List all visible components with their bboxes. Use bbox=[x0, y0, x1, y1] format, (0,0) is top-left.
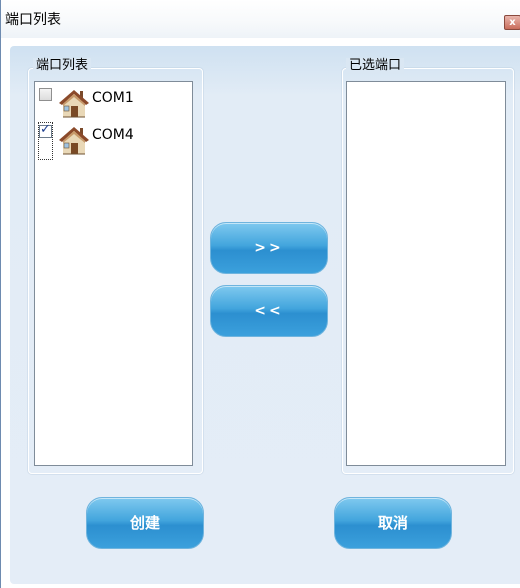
port-item-com1[interactable]: COM1 bbox=[38, 85, 188, 125]
house-icon bbox=[59, 127, 89, 155]
close-button[interactable]: x bbox=[504, 15, 520, 30]
port-list[interactable]: COM1 ✓ COM4 bbox=[34, 81, 193, 466]
close-icon: x bbox=[509, 17, 516, 28]
port-label: COM1 bbox=[92, 90, 134, 106]
port-checkbox[interactable]: ✓ bbox=[39, 122, 52, 138]
port-checkbox[interactable] bbox=[39, 88, 52, 101]
port-list-group-title: 端口列表 bbox=[33, 58, 92, 74]
port-label: COM4 bbox=[92, 127, 134, 143]
selected-ports-list[interactable] bbox=[346, 81, 506, 466]
dialog-window: 端口列表 x 端口列表 COM1 ✓ COM4 >> << 已选端口 创建 取消 bbox=[0, 0, 520, 588]
remove-selected-button[interactable]: << bbox=[210, 285, 328, 337]
port-item-com4[interactable]: ✓ COM4 bbox=[38, 122, 188, 162]
title-bar[interactable]: 端口列表 x bbox=[1, 0, 520, 38]
selected-ports-group-title: 已选端口 bbox=[346, 58, 405, 74]
cancel-button[interactable]: 取消 bbox=[334, 497, 452, 549]
create-button[interactable]: 创建 bbox=[86, 497, 204, 549]
add-selected-button[interactable]: >> bbox=[210, 222, 328, 274]
house-icon bbox=[59, 90, 89, 118]
window-title: 端口列表 bbox=[5, 12, 61, 28]
checkmark-icon: ✓ bbox=[40, 122, 51, 137]
